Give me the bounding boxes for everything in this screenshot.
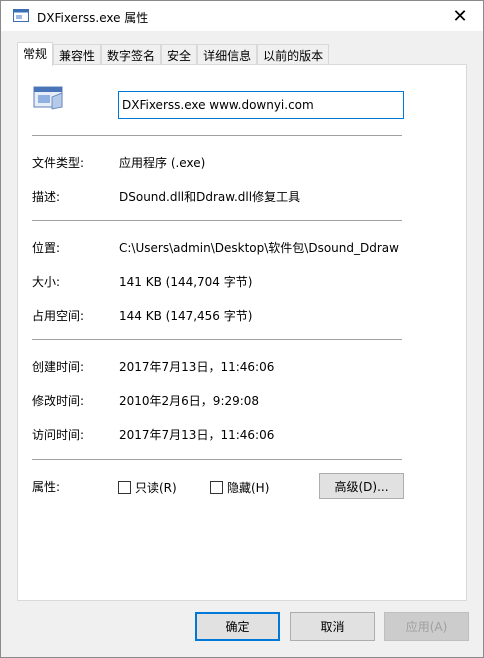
created-value: 2017年7月13日，11:46:06 xyxy=(119,360,275,374)
readonly-checkbox[interactable]: 只读(R) xyxy=(118,479,177,496)
attributes-label: 属性: xyxy=(32,480,61,494)
window-title: DXFixerss.exe 属性 xyxy=(37,11,149,25)
advanced-button[interactable]: 高级(D)... xyxy=(319,473,404,499)
checkbox-box[interactable] xyxy=(118,481,131,494)
application-window-icon xyxy=(32,83,66,113)
divider xyxy=(32,459,402,460)
size-label: 大小: xyxy=(32,275,61,289)
file-type-value: 应用程序 (.exe) xyxy=(119,156,206,170)
tab-details[interactable]: 详细信息 xyxy=(197,44,258,66)
general-panel: 文件类型: 应用程序 (.exe) 描述: DSound.dll和Ddraw.d… xyxy=(17,64,467,601)
tab-compatibility[interactable]: 兼容性 xyxy=(53,44,102,66)
readonly-checkbox-label: 只读(R) xyxy=(135,481,177,495)
tab-digital-signatures[interactable]: 数字签名 xyxy=(101,44,162,66)
divider xyxy=(32,339,402,340)
created-label: 创建时间: xyxy=(32,360,85,374)
size-on-disk-label: 占用空间: xyxy=(32,309,85,323)
divider xyxy=(32,220,402,221)
hidden-checkbox[interactable]: 隐藏(H) xyxy=(210,479,269,496)
size-value: 141 KB (144,704 字节) xyxy=(119,275,253,289)
close-icon[interactable]: ✕ xyxy=(437,1,483,31)
tab-general[interactable]: 常规 xyxy=(17,42,54,66)
divider xyxy=(32,135,402,136)
tab-bar: 常规 兼容性 数字签名 安全 详细信息 以前的版本 xyxy=(17,42,330,66)
file-name-input[interactable] xyxy=(118,91,404,119)
title-bar[interactable]: DXFixerss.exe 属性 ✕ xyxy=(1,1,483,31)
accessed-label: 访问时间: xyxy=(32,428,85,442)
cancel-button[interactable]: 取消 xyxy=(290,612,375,641)
modified-label: 修改时间: xyxy=(32,394,85,408)
application-window-icon xyxy=(13,9,29,22)
location-value: C:\Users\admin\Desktop\软件包\Dsound_Ddraw xyxy=(119,241,399,255)
file-type-label: 文件类型: xyxy=(32,156,85,170)
apply-button[interactable]: 应用(A) xyxy=(384,612,469,641)
tab-previous-versions[interactable]: 以前的版本 xyxy=(257,44,330,66)
tab-security[interactable]: 安全 xyxy=(161,44,198,66)
description-value: DSound.dll和Ddraw.dll修复工具 xyxy=(119,190,301,204)
size-on-disk-value: 144 KB (147,456 字节) xyxy=(119,309,253,323)
properties-dialog: DXFixerss.exe 属性 ✕ 常规 兼容性 数字签名 安全 详细信息 以… xyxy=(0,0,484,658)
modified-value: 2010年2月6日，9:29:08 xyxy=(119,394,260,408)
ok-button[interactable]: 确定 xyxy=(195,612,280,641)
description-label: 描述: xyxy=(32,190,61,204)
accessed-value: 2017年7月13日，11:46:06 xyxy=(119,428,275,442)
hidden-checkbox-label: 隐藏(H) xyxy=(227,481,270,495)
location-label: 位置: xyxy=(32,241,61,255)
checkbox-box[interactable] xyxy=(210,481,223,494)
